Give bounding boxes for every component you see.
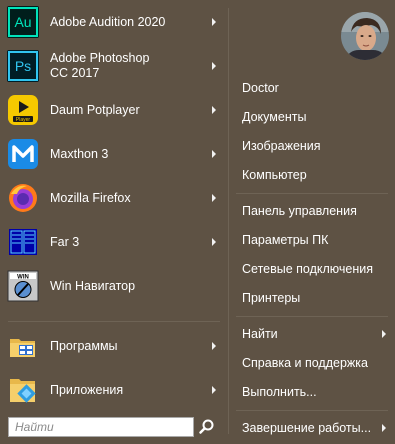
menu-item-network-connections[interactable]: Сетевые подключения bbox=[242, 261, 392, 277]
separator bbox=[8, 321, 220, 322]
menu-item-computer[interactable]: Компьютер bbox=[242, 167, 392, 183]
menu-item-label: Win Навигатор bbox=[50, 278, 136, 293]
menu-item-label: Far 3 bbox=[50, 234, 80, 249]
menu-item-label: Adobe Photoshop CC 2017 bbox=[50, 51, 150, 80]
right-pane: Doctor Документы Изображения Компьютер П… bbox=[229, 0, 395, 444]
separator bbox=[236, 316, 388, 317]
user-avatar[interactable] bbox=[341, 12, 389, 60]
svg-text:Au: Au bbox=[14, 14, 31, 30]
menu-item-label: Maxthon 3 bbox=[50, 146, 109, 161]
search-input[interactable] bbox=[9, 418, 193, 436]
chevron-right-icon bbox=[382, 424, 386, 432]
menu-item-pc-settings[interactable]: Параметры ПК bbox=[242, 232, 392, 248]
separator bbox=[236, 193, 388, 194]
svg-text:Ps: Ps bbox=[15, 58, 31, 74]
chevron-right-icon bbox=[212, 238, 216, 246]
chevron-right-icon bbox=[212, 150, 216, 158]
menu-item-label: Adobe Audition 2020 bbox=[50, 14, 166, 29]
chevron-right-icon bbox=[212, 386, 216, 394]
left-pane: Au Adobe Audition 2020 Ps Adobe Photosho… bbox=[0, 0, 228, 444]
menu-item-adobe-photoshop[interactable]: Ps Adobe Photoshop CC 2017 bbox=[4, 46, 222, 86]
menu-item-pictures[interactable]: Изображения bbox=[242, 138, 392, 154]
menu-item-printers[interactable]: Принтеры bbox=[242, 290, 392, 306]
svg-text:WIN: WIN bbox=[17, 275, 29, 281]
separator bbox=[236, 410, 388, 411]
menu-item-label: Mozilla Firefox bbox=[50, 190, 131, 205]
menu-item-control-panel[interactable]: Панель управления bbox=[242, 203, 392, 219]
menu-item-find[interactable]: Найти bbox=[242, 326, 392, 342]
chevron-right-icon bbox=[212, 342, 216, 350]
menu-item-win-navigator[interactable]: WIN Win Навигатор bbox=[4, 266, 222, 306]
menu-item-apps[interactable]: Приложения bbox=[4, 370, 222, 410]
firefox-icon bbox=[6, 181, 40, 215]
menu-item-shutdown[interactable]: Завершение работы... bbox=[242, 420, 392, 436]
chevron-right-icon bbox=[382, 330, 386, 338]
menu-item-far-3[interactable]: Far 3 bbox=[4, 222, 222, 262]
far-manager-icon bbox=[6, 225, 40, 259]
chevron-right-icon bbox=[212, 18, 216, 26]
chevron-right-icon bbox=[212, 62, 216, 70]
potplayer-icon: Player bbox=[6, 93, 40, 127]
maxthon-icon bbox=[6, 137, 40, 171]
menu-item-user[interactable]: Doctor bbox=[242, 80, 392, 96]
win-navigator-icon: WIN bbox=[6, 269, 40, 303]
programs-folder-icon bbox=[6, 329, 40, 363]
start-menu: Au Adobe Audition 2020 Ps Adobe Photosho… bbox=[0, 0, 395, 444]
chevron-right-icon bbox=[212, 194, 216, 202]
search-icon[interactable] bbox=[198, 418, 216, 436]
menu-item-mozilla-firefox[interactable]: Mozilla Firefox bbox=[4, 178, 222, 218]
adobe-photoshop-icon: Ps bbox=[6, 49, 40, 83]
menu-item-daum-potplayer[interactable]: Player Daum Potplayer bbox=[4, 90, 222, 130]
menu-item-label: Программы bbox=[50, 338, 118, 353]
menu-item-adobe-audition[interactable]: Au Adobe Audition 2020 bbox=[4, 2, 222, 42]
chevron-right-icon bbox=[212, 106, 216, 114]
search-box[interactable] bbox=[8, 417, 194, 437]
menu-item-documents[interactable]: Документы bbox=[242, 109, 392, 125]
menu-item-label: Daum Potplayer bbox=[50, 102, 140, 117]
menu-item-run[interactable]: Выполнить... bbox=[242, 384, 392, 400]
apps-folder-icon bbox=[6, 373, 40, 407]
menu-item-help-support[interactable]: Справка и поддержка bbox=[242, 355, 392, 371]
menu-item-label: Приложения bbox=[50, 382, 124, 397]
menu-item-programs[interactable]: Программы bbox=[4, 326, 222, 366]
adobe-audition-icon: Au bbox=[6, 5, 40, 39]
svg-text:Player: Player bbox=[16, 117, 31, 123]
menu-item-maxthon[interactable]: Maxthon 3 bbox=[4, 134, 222, 174]
